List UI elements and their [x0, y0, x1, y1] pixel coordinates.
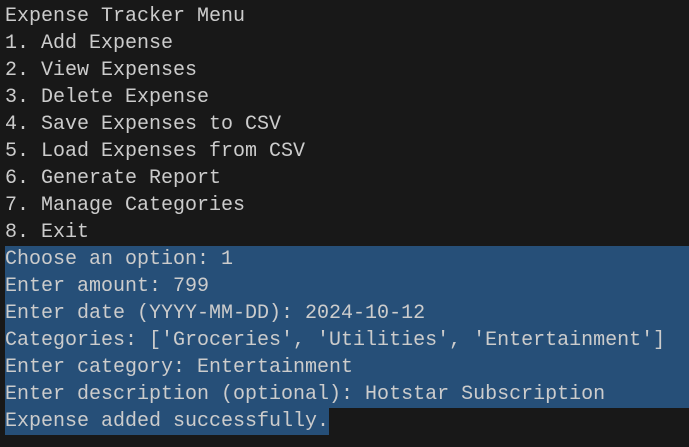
menu-title: Expense Tracker Menu: [5, 5, 246, 28]
categories-list: Categories: ['Groceries', 'Utilities', '…: [5, 327, 689, 354]
prompt-description: Enter description (optional): Hotstar Su…: [5, 381, 689, 408]
menu-option-load: 5. Load Expenses from CSV: [5, 140, 306, 163]
prompt-amount: Enter amount: 799: [5, 273, 689, 300]
menu-option-exit: 8. Exit: [5, 221, 90, 244]
menu-option-categories: 7. Manage Categories: [5, 194, 246, 217]
success-message: Expense added successfully.: [5, 408, 330, 435]
prompt-option: Choose an option: 1: [5, 246, 689, 273]
menu-option-delete: 3. Delete Expense: [5, 86, 210, 109]
menu-option-report: 6. Generate Report: [5, 167, 222, 190]
menu-option-add: 1. Add Expense: [5, 32, 174, 55]
menu-option-save: 4. Save Expenses to CSV: [5, 113, 282, 136]
prompt-date: Enter date (YYYY-MM-DD): 2024-10-12: [5, 300, 689, 327]
prompt-category: Enter category: Entertainment: [5, 354, 689, 381]
terminal-output[interactable]: Expense Tracker Menu 1. Add Expense 2. V…: [5, 3, 689, 435]
menu-option-view: 2. View Expenses: [5, 59, 198, 82]
